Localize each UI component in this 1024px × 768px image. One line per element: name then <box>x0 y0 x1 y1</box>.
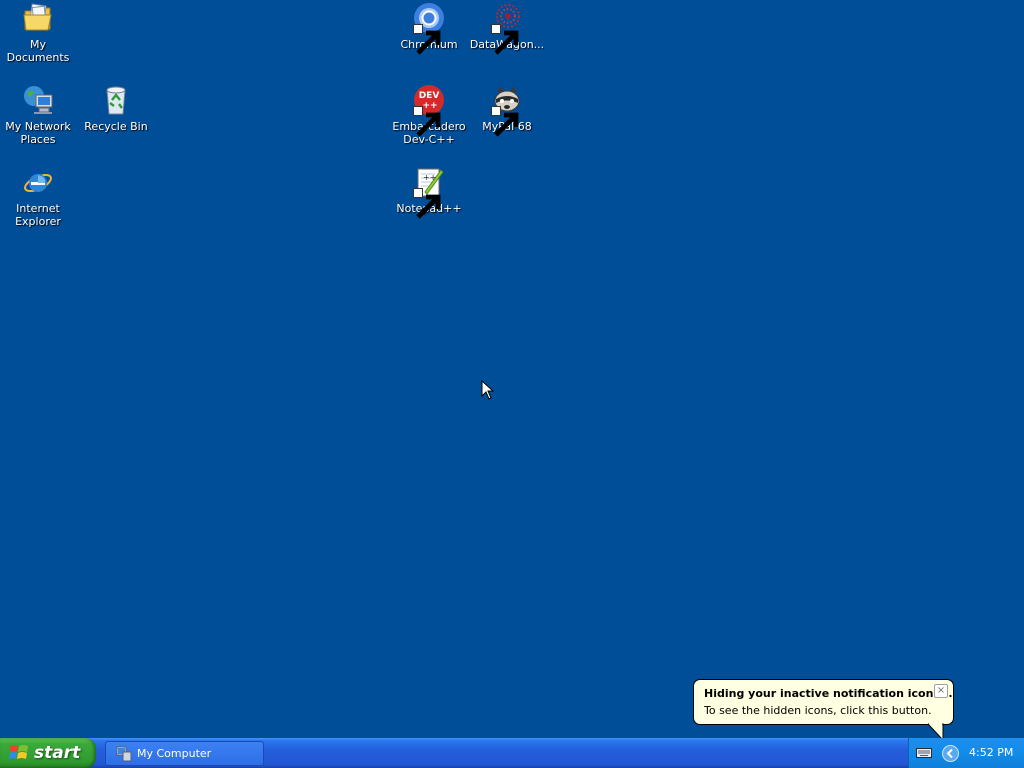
recycle-bin-icon <box>100 84 132 116</box>
balloon-title: Hiding your inactive notification icons.… <box>704 687 953 700</box>
desktop-icon-chromium[interactable]: Chromium <box>391 2 467 55</box>
notepadpp-icon: ++ <box>413 166 445 219</box>
shortcut-arrow-icon <box>413 106 441 137</box>
windows-logo-icon <box>9 745 28 759</box>
shortcut-arrow-icon <box>413 24 441 55</box>
folder-documents-icon <box>22 2 54 34</box>
desktop-icon-internet-explorer[interactable]: Internet Explorer <box>0 166 76 228</box>
network-places-icon <box>22 84 54 116</box>
desktop-icon-recycle-bin[interactable]: Recycle Bin <box>78 84 154 133</box>
system-tray: 4:52 PM <box>908 738 1024 768</box>
svg-text:DEV: DEV <box>419 91 440 101</box>
balloon-close-button[interactable]: × <box>934 684 948 698</box>
svg-text:++: ++ <box>423 173 436 182</box>
balloon-text: To see the hidden icons, click this butt… <box>704 704 932 717</box>
start-label: start <box>34 743 81 763</box>
keyboard-icon[interactable] <box>916 747 932 759</box>
desktop-icon-my-network-places[interactable]: My Network Places <box>0 84 76 146</box>
mouse-cursor-icon <box>481 380 495 400</box>
taskbar-button-label: My Computer <box>137 747 212 760</box>
desktop-icon-label: My Network Places <box>5 120 71 146</box>
shortcut-arrow-icon <box>413 188 441 219</box>
taskbar: start My Computer 4:52 PM <box>0 738 1024 768</box>
datawagon-icon <box>491 2 523 55</box>
show-hidden-icons-chevron-icon[interactable] <box>942 745 959 762</box>
desktop-icon-my-documents[interactable]: My Documents <box>0 2 76 64</box>
clock[interactable]: 4:52 PM <box>969 746 1013 759</box>
shortcut-arrow-icon <box>491 24 519 55</box>
chromium-icon <box>413 2 445 55</box>
notification-balloon[interactable]: Hiding your inactive notification icons.… <box>693 679 954 725</box>
devcpp-icon: DEV ++ <box>413 84 445 137</box>
my-computer-icon <box>116 746 132 761</box>
desktop-icon-embarcadero-devcpp[interactable]: DEV ++ Embarcadero Dev-C++ <box>391 84 467 146</box>
desktop-icon-label: Recycle Bin <box>84 120 148 133</box>
shortcut-arrow-icon <box>491 106 519 137</box>
internet-explorer-icon <box>22 166 54 198</box>
desktop-icon-notepadpp[interactable]: ++ Notepad++ <box>391 166 467 219</box>
desktop-icon-label: Internet Explorer <box>15 202 61 228</box>
taskbar-button-my-computer[interactable]: My Computer <box>105 741 264 766</box>
mypal-raccoon-icon <box>491 84 523 137</box>
desktop-icon-label: My Documents <box>6 38 70 64</box>
desktop-icon-mypal[interactable]: MyPal 68 <box>469 84 545 137</box>
desktop[interactable]: My Documents My Network Places Recycle B… <box>0 0 1024 738</box>
start-button[interactable]: start <box>0 738 96 768</box>
desktop-icon-datawagon[interactable]: DataWagon... <box>469 2 545 55</box>
